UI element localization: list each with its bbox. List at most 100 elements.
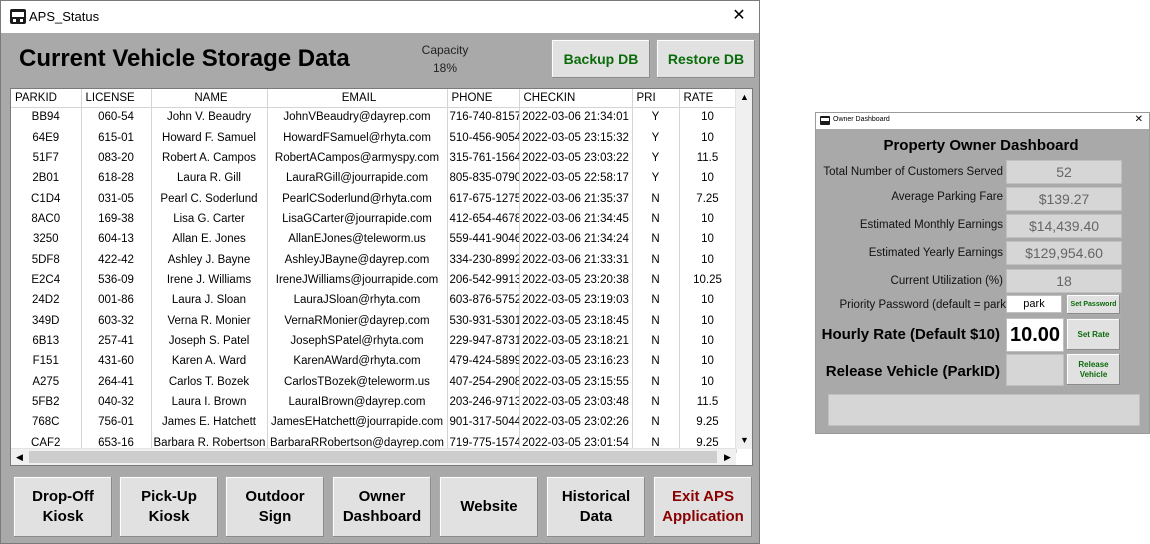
- cell-checkin: 2022-03-05 23:03:22: [519, 147, 633, 169]
- cell-pri: Y: [632, 127, 680, 148]
- exit-aps-application-button[interactable]: Exit APS Application: [653, 476, 753, 538]
- backup-db-button[interactable]: Backup DB: [551, 39, 651, 79]
- column-header-email[interactable]: EMAIL: [267, 89, 448, 108]
- horizontal-scrollbar[interactable]: ◀ ▶: [11, 448, 736, 465]
- scroll-up-icon[interactable]: ▲: [736, 89, 752, 106]
- pick-up-kiosk-label-1: Pick-Up: [141, 488, 197, 505]
- cell-rate: 10: [679, 371, 737, 392]
- cell-license: 603-32: [81, 310, 152, 331]
- set-password-button[interactable]: Set Password: [1066, 294, 1121, 315]
- exit-aps-label-2: Application: [662, 508, 744, 525]
- cell-checkin: 2022-03-06 21:35:37: [519, 188, 633, 209]
- stat-value-utilization: 18: [1006, 269, 1122, 293]
- table-row[interactable]: 6B13 257-41 Joseph S. Patel JosephSPatel@rh…: [11, 330, 737, 352]
- table-row[interactable]: BB94 060-54 John V. Beaudry JohnVBeaudry@da…: [11, 107, 737, 128]
- dashboard-window-title: Owner Dashboard: [833, 116, 890, 123]
- table-row[interactable]: 8AC0 169-38 Lisa G. Carter LisaGCarter@jour…: [11, 208, 737, 230]
- release-vehicle-button[interactable]: Release Vehicle: [1066, 353, 1121, 386]
- column-header-parkid[interactable]: PARKID: [11, 89, 82, 108]
- table-row[interactable]: C1D4 031-05 Pearl C. Soderlund PearlCSoderl…: [11, 188, 737, 209]
- cell-license: 615-01: [81, 127, 152, 148]
- cell-checkin: 2022-03-05 23:19:03: [519, 290, 633, 311]
- cell-pri: N: [632, 412, 680, 433]
- cell-parkid: 8AC0: [11, 208, 82, 230]
- cell-pri: Y: [632, 168, 680, 189]
- table-row[interactable]: 24D2 001-86 Laura J. Sloan LauraJSloan@rhyt…: [11, 290, 737, 311]
- close-icon[interactable]: ✕: [727, 5, 751, 27]
- cell-name: Allan E. Jones: [151, 229, 268, 250]
- table-header-row: PARKID LICENSE NAME EMAIL PHONE CHECKIN …: [11, 89, 737, 108]
- vehicle-table[interactable]: PARKID LICENSE NAME EMAIL PHONE CHECKIN …: [10, 88, 753, 466]
- column-header-phone[interactable]: PHONE: [447, 89, 520, 108]
- release-parkid-input[interactable]: [1006, 354, 1064, 386]
- scroll-down-icon[interactable]: ▼: [736, 432, 752, 449]
- cell-rate: 10.25: [679, 269, 737, 291]
- website-button[interactable]: Website: [439, 476, 539, 538]
- column-header-name[interactable]: NAME: [151, 89, 268, 108]
- capacity-label: Capacity: [421, 43, 469, 57]
- table-row[interactable]: A275 264-41 Carlos T. Bozek CarlosTBozek@te…: [11, 371, 737, 392]
- table-row[interactable]: 3250 604-13 Allan E. Jones AllanEJones@tele…: [11, 229, 737, 250]
- cell-name: John V. Beaudry: [151, 107, 268, 128]
- table-row[interactable]: 5FB2 040-32 Laura I. Brown LauraIBrown@dayr…: [11, 391, 737, 413]
- column-header-checkin[interactable]: CHECKIN: [519, 89, 633, 108]
- cell-checkin: 2022-03-05 23:18:21: [519, 330, 633, 352]
- table-row[interactable]: E2C4 536-09 Irene J. Williams IreneJWilliam…: [11, 269, 737, 291]
- cell-phone: 617-675-1275: [447, 188, 520, 209]
- hourly-rate-input[interactable]: 10.00: [1006, 318, 1064, 352]
- release-vehicle-label: Release Vehicle (ParkID): [825, 363, 1000, 380]
- dashboard-app-icon: [820, 116, 830, 125]
- scroll-left-icon[interactable]: ◀: [11, 449, 28, 465]
- table-row[interactable]: 768C 756-01 James E. Hatchett JamesEHatchet…: [11, 412, 737, 433]
- dashboard-close-icon[interactable]: ✕: [1135, 114, 1143, 125]
- table-row[interactable]: 5DF8 422-42 Ashley J. Bayne AshleyJBayne@da…: [11, 249, 737, 270]
- table-row[interactable]: 349D 603-32 Verna R. Monier VernaRMonier@da…: [11, 310, 737, 331]
- cell-pri: N: [632, 229, 680, 250]
- cell-phone: 479-424-5899: [447, 351, 520, 372]
- cell-rate: 10: [679, 249, 737, 270]
- table-row[interactable]: F151 431-60 Karen A. Ward KarenAWard@rhyta.…: [11, 351, 737, 372]
- exit-aps-label-1: Exit APS: [672, 488, 734, 505]
- cell-email: JohnVBeaudry@dayrep.com: [267, 107, 448, 128]
- cell-license: 083-20: [81, 147, 152, 169]
- cell-checkin: 2022-03-05 23:15:32: [519, 127, 633, 148]
- cell-license: 031-05: [81, 188, 152, 209]
- priority-password-input[interactable]: park: [1006, 295, 1062, 313]
- stat-value-monthly: $14,439.40: [1006, 214, 1122, 238]
- stat-label-average-fare: Average Parking Fare: [891, 191, 1003, 203]
- cell-email: LauraRGill@jourrapide.com: [267, 168, 448, 189]
- scroll-right-icon[interactable]: ▶: [719, 449, 736, 465]
- cell-license: 264-41: [81, 371, 152, 392]
- table-row[interactable]: 64E9 615-01 Howard F. Samuel HowardFSamuel@…: [11, 127, 737, 148]
- cell-name: James E. Hatchett: [151, 412, 268, 433]
- table-row[interactable]: 2B01 618-28 Laura R. Gill LauraRGill@jourra…: [11, 168, 737, 189]
- vertical-scrollbar[interactable]: ▲ ▼: [735, 89, 752, 449]
- cell-rate: 9.25: [679, 412, 737, 433]
- cell-email: LisaGCarter@jourrapide.com: [267, 208, 448, 230]
- release-button-label-1: Release: [1078, 359, 1109, 369]
- cell-rate: 10: [679, 208, 737, 230]
- outdoor-sign-button[interactable]: Outdoor Sign: [225, 476, 325, 538]
- table-row[interactable]: 51F7 083-20 Robert A. Campos RobertACampos@…: [11, 147, 737, 169]
- cell-checkin: 2022-03-05 23:15:55: [519, 371, 633, 392]
- horizontal-scroll-thumb[interactable]: [29, 451, 717, 463]
- owner-dashboard-button[interactable]: Owner Dashboard: [332, 476, 432, 538]
- pick-up-kiosk-button[interactable]: Pick-Up Kiosk: [119, 476, 219, 538]
- page-title: Current Vehicle Storage Data: [19, 45, 350, 72]
- cell-parkid: F151: [11, 351, 82, 372]
- cell-parkid: 24D2: [11, 290, 82, 311]
- cell-license: 618-28: [81, 168, 152, 189]
- cell-rate: 11.5: [679, 147, 737, 169]
- cell-email: CarlosTBozek@teleworm.us: [267, 371, 448, 392]
- column-header-rate[interactable]: RATE: [679, 89, 737, 108]
- column-header-license[interactable]: LICENSE: [81, 89, 152, 108]
- set-rate-button[interactable]: Set Rate: [1066, 318, 1121, 351]
- restore-db-button[interactable]: Restore DB: [656, 39, 756, 79]
- cell-pri: N: [632, 249, 680, 270]
- cell-email: PearlCSoderlund@rhyta.com: [267, 188, 448, 209]
- drop-off-kiosk-button[interactable]: Drop-Off Kiosk: [13, 476, 113, 538]
- cell-rate: 10: [679, 107, 737, 128]
- historical-data-button[interactable]: Historical Data: [546, 476, 646, 538]
- cell-name: Karen A. Ward: [151, 351, 268, 372]
- column-header-pri[interactable]: PRI: [632, 89, 680, 108]
